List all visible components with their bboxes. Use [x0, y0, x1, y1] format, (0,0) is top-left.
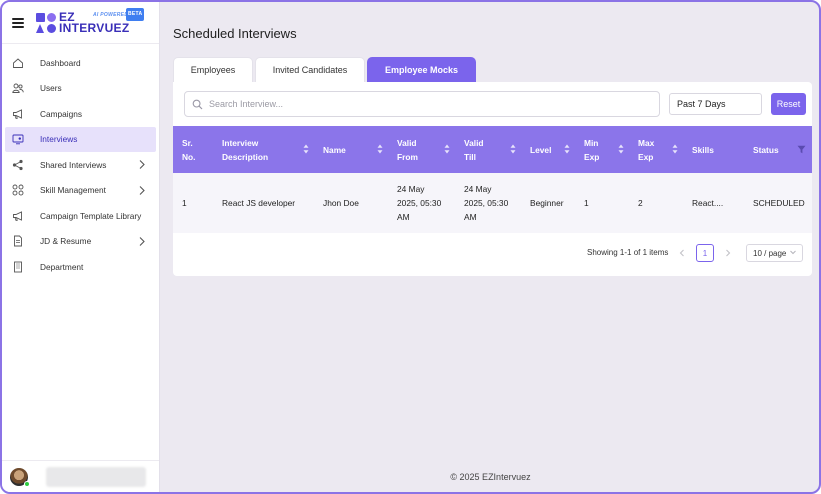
- sidebar-item-shared-interviews[interactable]: Shared Interviews: [2, 152, 159, 178]
- sidebar-item-label: Campaigns: [40, 108, 82, 119]
- tab-bar: Employees Invited Candidates Employee Mo…: [173, 57, 478, 82]
- user-name-redacted: [46, 466, 146, 487]
- column-header-max-exp[interactable]: Max Exp: [629, 126, 683, 173]
- apps-icon: [12, 184, 24, 196]
- cell-max-exp: 2: [629, 173, 683, 233]
- logo-icon: [36, 12, 56, 33]
- tab-employees[interactable]: Employees: [173, 57, 253, 82]
- sidebar-item-label: Department: [40, 261, 84, 272]
- cell-sr-no: 1: [173, 173, 213, 233]
- main-content: Scheduled Interviews Employees Invited C…: [160, 2, 819, 492]
- interviews-table: Sr. No. Interview Description Name Valid…: [173, 126, 812, 233]
- pagination: Showing 1-1 of 1 items 1 10 / page: [173, 243, 812, 263]
- sidebar-item-dashboard[interactable]: Dashboard: [2, 50, 159, 76]
- sort-icon[interactable]: [444, 144, 450, 154]
- date-range-select[interactable]: Past 7 Days: [669, 93, 762, 115]
- sort-icon[interactable]: [564, 144, 570, 154]
- filter-icon[interactable]: [797, 145, 806, 154]
- column-header-interview-description[interactable]: Interview Description: [213, 126, 314, 173]
- search-icon: [192, 99, 203, 110]
- sidebar-item-users[interactable]: Users: [2, 76, 159, 102]
- column-header-valid-till[interactable]: Valid Till: [455, 126, 521, 173]
- cell-skills[interactable]: React....: [683, 173, 744, 233]
- column-header-valid-from[interactable]: Valid From: [388, 126, 455, 173]
- megaphone-icon: [12, 108, 24, 120]
- table-header-row: Sr. No. Interview Description Name Valid…: [173, 126, 812, 173]
- sort-icon[interactable]: [672, 144, 678, 154]
- sidebar-item-campaign-template-library[interactable]: Campaign Template Library: [2, 203, 159, 229]
- online-status-icon: [24, 480, 30, 487]
- sidebar-item-label: Shared Interviews: [40, 159, 107, 170]
- document-icon: [12, 235, 24, 247]
- building-icon: [12, 261, 24, 273]
- brand-logo[interactable]: EZ INTERVUEZ AI POWERED BETA: [59, 7, 145, 35]
- chevron-right-icon[interactable]: [137, 236, 147, 247]
- page-size-select[interactable]: 10 / page: [746, 244, 803, 262]
- reset-button[interactable]: Reset: [771, 93, 806, 115]
- cell-valid-from: 24 May 2025, 05:30 AM: [388, 173, 455, 233]
- cell-min-exp: 1: [575, 173, 629, 233]
- sidebar-item-label: Interviews: [40, 134, 78, 145]
- cell-interview-description: React JS developer: [213, 173, 314, 233]
- chevron-right-icon[interactable]: [137, 159, 147, 170]
- brand-tagline: AI POWERED: [93, 11, 129, 18]
- cell-name: Jhon Doe: [314, 173, 388, 233]
- monitor-user-icon: [12, 133, 24, 145]
- column-header-skills: Skills: [683, 126, 744, 173]
- chevron-right-icon[interactable]: [723, 247, 733, 259]
- sidebar-item-label: JD & Resume: [40, 236, 92, 247]
- sidebar-item-label: Users: [40, 83, 62, 94]
- avatar[interactable]: [10, 467, 30, 487]
- sidebar-item-department[interactable]: Department: [2, 254, 159, 280]
- column-header-level[interactable]: Level: [521, 126, 575, 173]
- page-title: Scheduled Interviews: [173, 26, 297, 41]
- sidebar-item-label: Dashboard: [40, 57, 81, 68]
- beta-badge: BETA: [126, 7, 145, 21]
- page-number-button[interactable]: 1: [696, 244, 714, 262]
- cell-level: Beginner: [521, 173, 575, 233]
- tab-invited-candidates[interactable]: Invited Candidates: [255, 57, 365, 82]
- megaphone-icon: [12, 210, 24, 222]
- sidebar-item-campaigns[interactable]: Campaigns: [2, 101, 159, 127]
- chevron-left-icon[interactable]: [677, 247, 687, 259]
- share-icon: [12, 159, 24, 171]
- column-header-status[interactable]: Status: [744, 126, 812, 173]
- sidebar-item-interviews[interactable]: Interviews: [5, 126, 156, 152]
- sidebar-item-jd-resume[interactable]: JD & Resume: [2, 229, 159, 255]
- sort-icon[interactable]: [303, 144, 309, 154]
- home-icon: [12, 57, 24, 69]
- table-row[interactable]: 1 React JS developer Jhon Doe 24 May 202…: [173, 173, 812, 233]
- app-window: EZ INTERVUEZ AI POWERED BETA Dashboard U…: [0, 0, 821, 494]
- sort-icon[interactable]: [377, 144, 383, 154]
- search-input[interactable]: [209, 99, 649, 109]
- sidebar-item-label: Campaign Template Library: [40, 210, 142, 221]
- user-profile[interactable]: [2, 460, 159, 492]
- pagination-summary: Showing 1-1 of 1 items: [587, 248, 669, 257]
- chevron-down-icon: [789, 248, 797, 258]
- sidebar: EZ INTERVUEZ AI POWERED BETA Dashboard U…: [2, 2, 160, 492]
- cell-status: SCHEDULED: [744, 173, 812, 233]
- sort-icon[interactable]: [618, 144, 624, 154]
- chevron-right-icon[interactable]: [137, 185, 147, 196]
- column-header-name[interactable]: Name: [314, 126, 388, 173]
- sidebar-nav: Dashboard Users Campaigns Interviews Sha…: [2, 44, 159, 280]
- page-size-value: 10 / page: [753, 248, 787, 258]
- brand-line2: INTERVUEZ: [59, 20, 130, 35]
- sidebar-header: EZ INTERVUEZ AI POWERED BETA: [2, 2, 159, 44]
- column-header-min-exp[interactable]: Min Exp: [575, 126, 629, 173]
- sidebar-item-label: Skill Management: [40, 185, 106, 196]
- interviews-panel: Past 7 Days Reset Sr. No. Interview Desc…: [173, 82, 812, 276]
- footer-copyright: © 2025 EZIntervuez: [450, 472, 531, 482]
- sidebar-item-skill-management[interactable]: Skill Management: [2, 178, 159, 204]
- cell-valid-till: 24 May 2025, 05:30 AM: [455, 173, 521, 233]
- users-icon: [12, 82, 24, 94]
- tab-employee-mocks[interactable]: Employee Mocks: [367, 57, 476, 82]
- search-box[interactable]: [184, 91, 660, 117]
- menu-icon[interactable]: [12, 17, 24, 28]
- column-header-sr-no: Sr. No.: [173, 126, 213, 173]
- sort-icon[interactable]: [510, 144, 516, 154]
